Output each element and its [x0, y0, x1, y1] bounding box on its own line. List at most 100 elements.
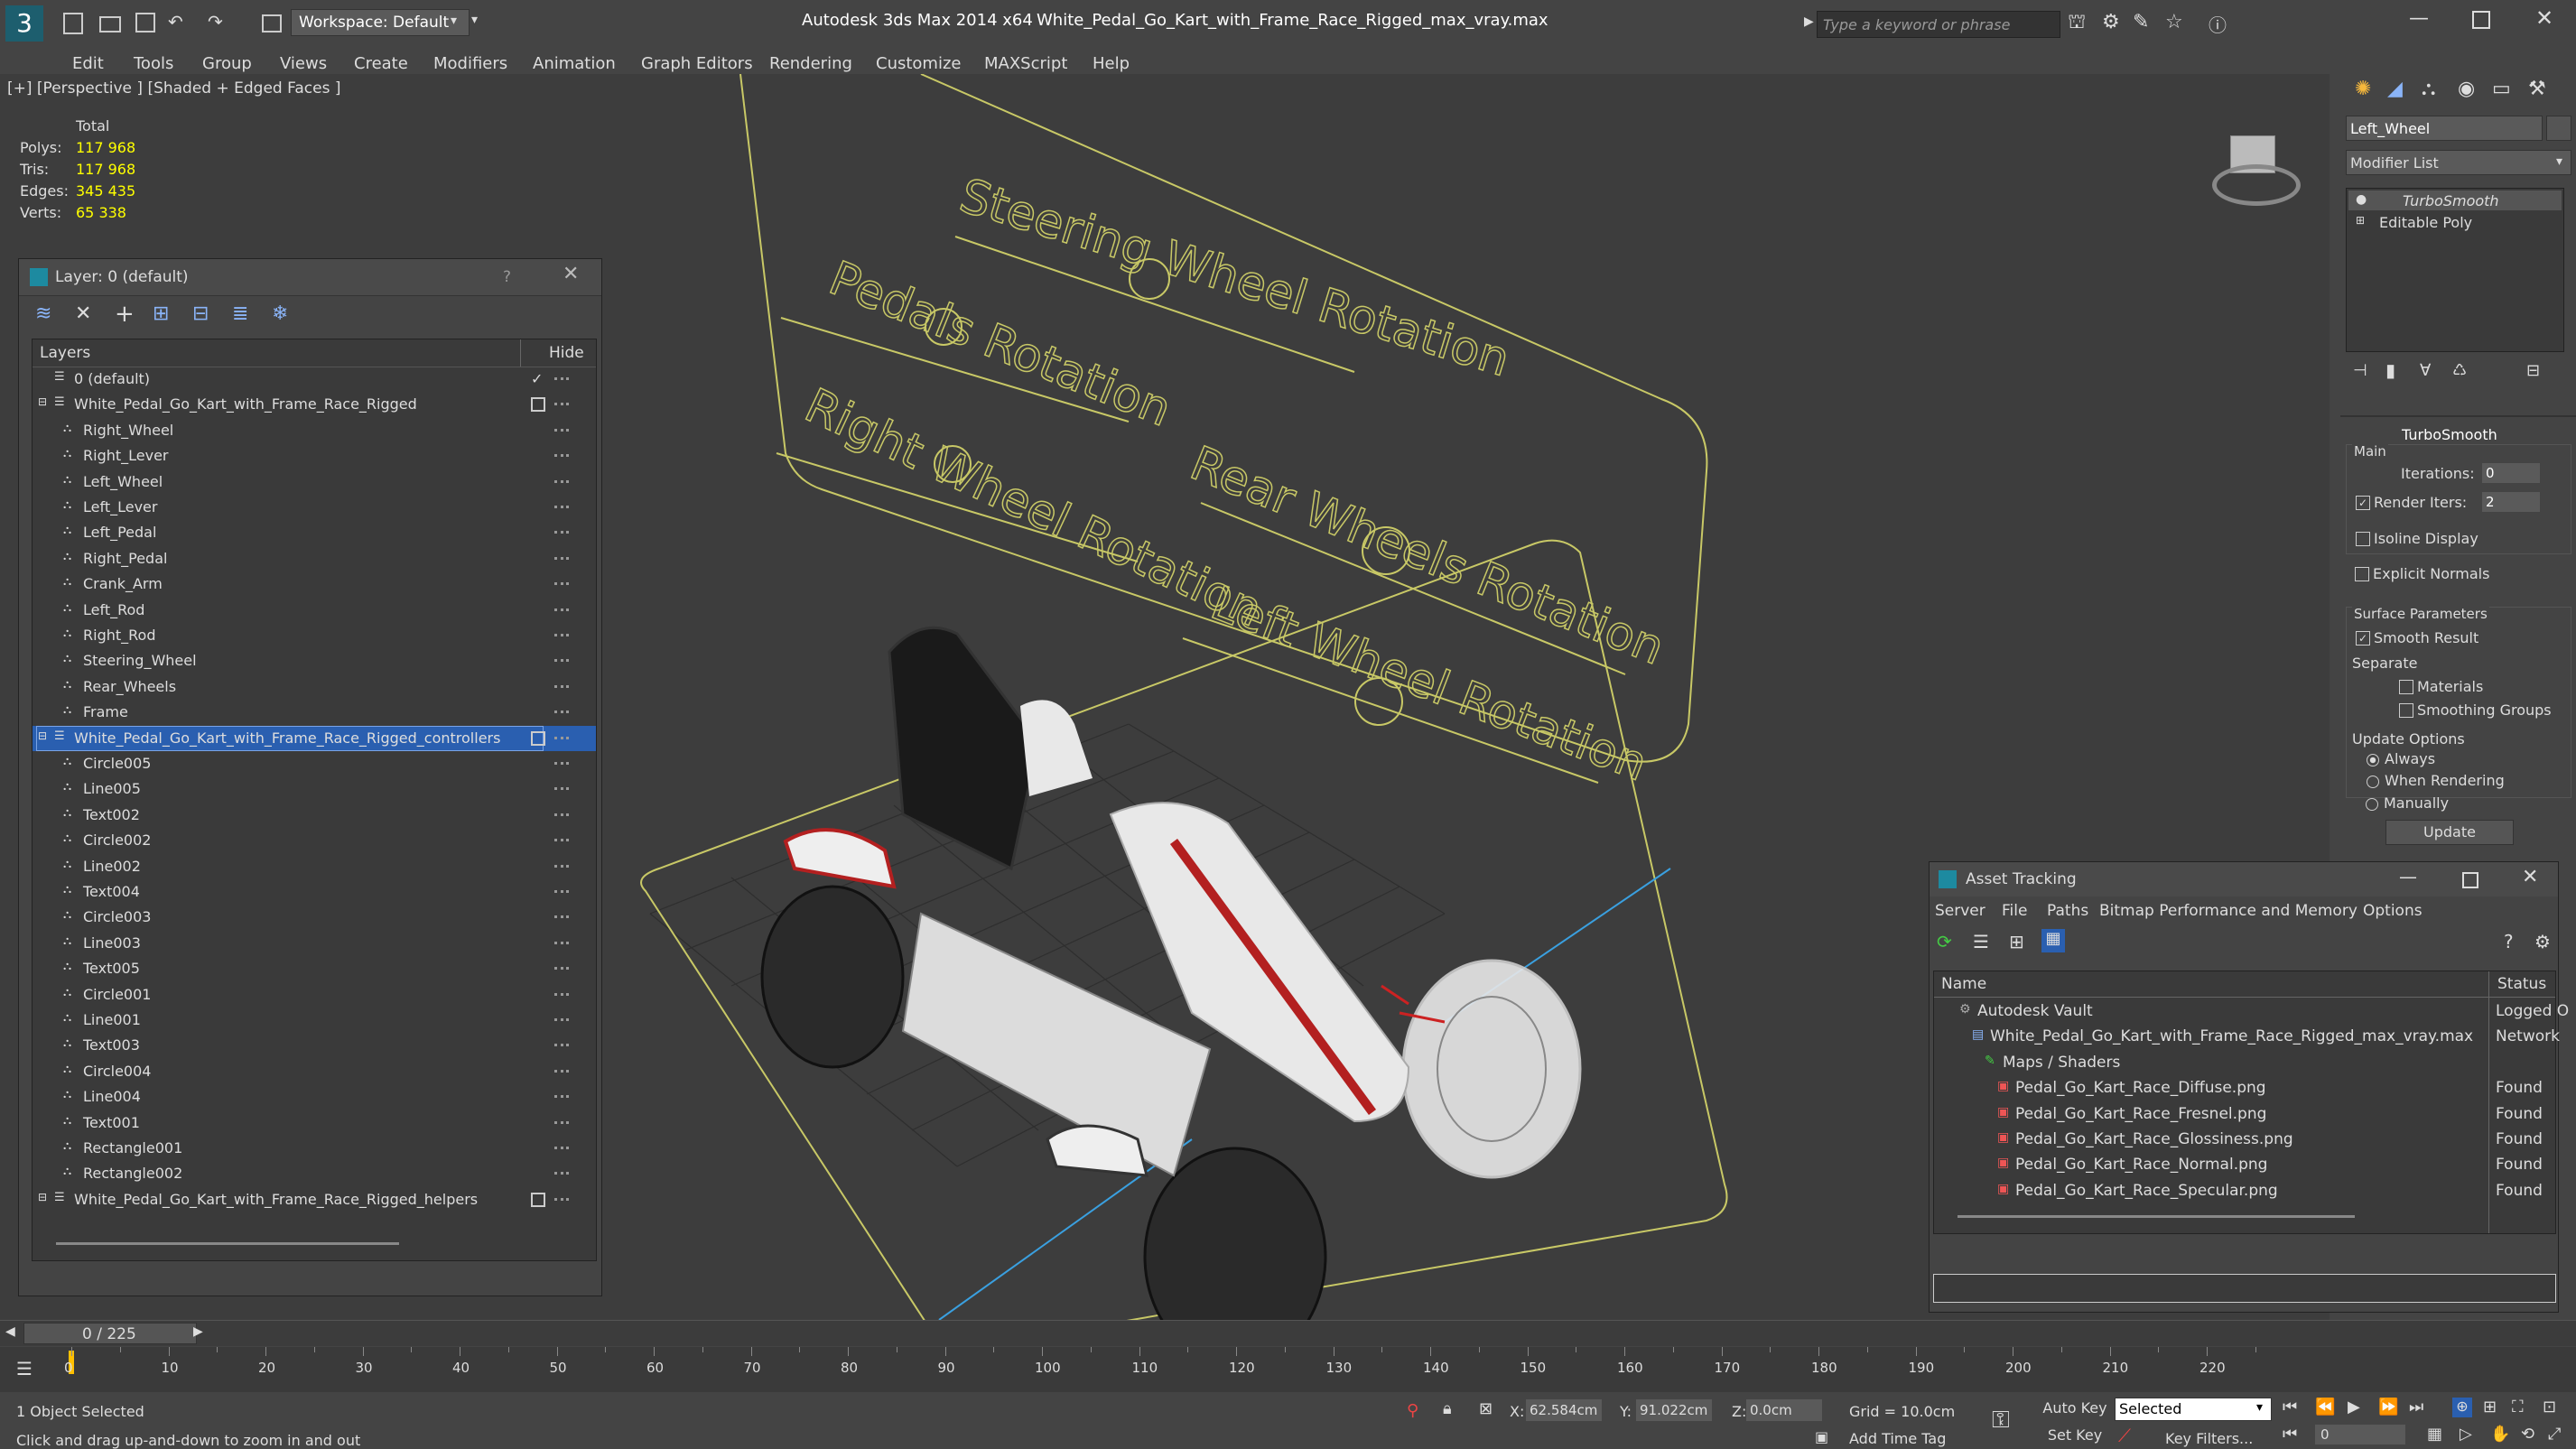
pin-stack-icon[interactable]: ⊣ [2353, 361, 2367, 380]
show-end-result-icon[interactable]: ▮ [2385, 359, 2395, 381]
layer-object-row[interactable]: ⛬ Circle005 [33, 751, 596, 776]
layer-object-row[interactable]: ⛬ Left_Rod [33, 598, 596, 623]
menu-create[interactable]: Create [354, 54, 408, 73]
highlight-layer-icon[interactable]: ⊟ [192, 302, 209, 325]
menu-bitmap-performance[interactable]: Bitmap Performance and Memory [2099, 902, 2357, 920]
binoculars-icon[interactable]: ⛫ [2068, 11, 2086, 36]
asset-row[interactable]: ▣ Pedal_Go_Kart_Race_Diffuse.png Found [1934, 1075, 2555, 1101]
tools-icon[interactable]: ⚙ [2102, 11, 2120, 33]
freeze-toggle[interactable] [554, 608, 569, 614]
smoothing-groups-checkbox[interactable] [2399, 703, 2413, 718]
layer-object-row[interactable]: ⛬ Left_Pedal [33, 520, 596, 545]
motion-tab-icon[interactable]: ◉ [2458, 78, 2475, 100]
menu-paths[interactable]: Paths [2047, 902, 2088, 920]
freeze-toggle[interactable] [554, 454, 569, 460]
y-coordinate-field[interactable]: 91.022cm [1636, 1399, 1712, 1421]
minimize-icon[interactable]: — [2399, 866, 2417, 887]
refresh-icon[interactable]: ⟳ [1937, 931, 1952, 952]
zoom-icon[interactable]: ⊕ [2452, 1398, 2472, 1417]
time-config-icon[interactable]: ▦ [2427, 1425, 2442, 1444]
delete-layer-icon[interactable]: ✕ [75, 302, 91, 325]
freeze-toggle[interactable] [554, 762, 569, 767]
tree-view-icon[interactable]: ⊞ [2009, 931, 2024, 952]
layer-object-row[interactable]: ⛬ Rectangle002 [33, 1161, 596, 1186]
utilities-tab-icon[interactable]: ⚒ [2528, 78, 2546, 100]
freeze-toggle[interactable] [554, 1095, 569, 1101]
selection-set-dropdown[interactable]: Selected ▾ [2115, 1398, 2272, 1421]
asset-row[interactable]: ▣ Pedal_Go_Kart_Race_Fresnel.png Found [1934, 1101, 2555, 1127]
viewport-label[interactable]: [+] [Perspective ] [Shaded + Edged Faces… [7, 79, 340, 98]
freeze-toggle[interactable] [554, 403, 569, 408]
menu-edit[interactable]: Edit [72, 54, 104, 73]
menu-animation[interactable]: Animation [533, 54, 616, 73]
project-folder-icon[interactable] [262, 14, 282, 33]
redo-icon[interactable]: ↷ [208, 11, 223, 33]
frame-field[interactable]: 0 [2315, 1425, 2405, 1444]
search-input[interactable]: Type a keyword or phrase [1817, 11, 2060, 38]
configure-sets-icon[interactable]: ⊟ [2526, 361, 2540, 380]
go-to-start-icon[interactable]: ⏮ [2283, 1398, 2297, 1416]
field-of-view-icon[interactable]: ▷ [2460, 1425, 2472, 1444]
freeze-toggle[interactable] [554, 634, 569, 639]
z-coordinate-field[interactable]: 0.0cm [1746, 1399, 1822, 1421]
expand-icon[interactable]: ⊞ [2356, 214, 2365, 227]
asset-row[interactable]: ▣ Pedal_Go_Kart_Race_Specular.png Found [1934, 1178, 2555, 1203]
make-unique-icon[interactable]: ∀ [2420, 361, 2431, 380]
time-slider[interactable]: ◀ 0 / 225 ▶ [0, 1320, 2576, 1346]
layer-row[interactable]: ⊟ ☰ White_Pedal_Go_Kart_with_Frame_Race_Ri… [33, 725, 596, 751]
layer-object-row[interactable]: ⛬ Line002 [33, 854, 596, 879]
undo-icon[interactable]: ↶ [168, 11, 183, 33]
asset-table[interactable]: Name Status ⚙ Autodesk Vault Logged O ▤ Whit… [1933, 971, 2569, 1234]
key-mode-icon[interactable]: ⏮ [2283, 1425, 2297, 1444]
freeze-toggle[interactable] [554, 864, 569, 870]
collapse-icon[interactable]: ⊟ [38, 729, 47, 742]
freeze-toggle[interactable] [554, 839, 569, 844]
modifier-stack[interactable]: ● TurboSmooth ⊞ Editable Poly [2346, 188, 2564, 352]
previous-frame-icon[interactable]: ⏪ [2315, 1398, 2335, 1416]
layer-row[interactable]: ⊟ ☰ White_Pedal_Go_Kart_with_Frame_Race_Ri… [33, 392, 596, 417]
freeze-toggle[interactable] [554, 890, 569, 896]
name-column-header[interactable]: Name [1941, 975, 1986, 993]
freeze-toggle[interactable] [554, 813, 569, 819]
modifier-list-dropdown[interactable]: Modifier List ▾ [2346, 150, 2571, 175]
layer-object-row[interactable]: ⛬ Right_Lever [33, 443, 596, 469]
pin-icon[interactable]: ⚲ [1407, 1401, 1418, 1420]
freeze-toggle[interactable] [554, 659, 569, 664]
menu-file[interactable]: File [2002, 902, 2027, 920]
track-bar[interactable]: ☰ 0 10 20 30 40 50 60 70 80 90 100 110 120 130 140 150 1… [0, 1347, 2576, 1392]
object-name-field[interactable]: Left_Wheel [2346, 116, 2543, 141]
viewcube[interactable] [2207, 126, 2301, 208]
layer-panel-titlebar[interactable]: Layer: 0 (default) ? ✕ [19, 259, 601, 296]
menu-maxscript[interactable]: MAXScript [984, 54, 1067, 73]
freeze-toggle[interactable] [554, 582, 569, 588]
hide-toggle[interactable] [531, 1192, 545, 1207]
menu-help[interactable]: Help [1093, 54, 1130, 73]
next-frame-icon[interactable]: ⏩ [2378, 1398, 2398, 1416]
pan-icon[interactable]: ✋ [2490, 1425, 2510, 1444]
active-layer-check-icon[interactable]: ✓ [531, 370, 543, 387]
layer-object-row[interactable]: ⛬ Line001 [33, 1008, 596, 1033]
freeze-toggle[interactable] [554, 787, 569, 793]
update-button[interactable]: Update [2385, 820, 2514, 845]
freeze-toggle[interactable] [554, 377, 569, 383]
maximize-icon[interactable] [2472, 11, 2490, 29]
render-iters-spinner[interactable]: 2 [2482, 492, 2540, 512]
asset-row[interactable]: ▤ White_Pedal_Go_Kart_with_Frame_Race_Rig… [1934, 1024, 2560, 1049]
workspace-dropdown[interactable]: Workspace: Default ▾ [291, 9, 470, 36]
menu-graph-editors[interactable]: Graph Editors [641, 54, 753, 73]
manually-radio[interactable] [2366, 798, 2378, 811]
minimize-icon[interactable]: — [2409, 7, 2429, 30]
play-arrow-icon[interactable]: ▶ [1804, 14, 1814, 29]
help-button[interactable]: ? [503, 268, 511, 286]
time-tag-icon[interactable]: ▣ [1815, 1428, 1828, 1445]
stack-item-editable-poly[interactable]: ⊞ Editable Poly [2348, 212, 2562, 232]
orbit-icon[interactable]: ⟲ [2521, 1425, 2534, 1444]
freeze-all-icon[interactable]: ❄ [272, 302, 288, 325]
asset-tracking-titlebar[interactable]: Asset Tracking — ✕ [1930, 862, 2558, 896]
layer-object-row[interactable]: ⛬ Left_Lever [33, 495, 596, 520]
menu-server[interactable]: Server [1935, 902, 1985, 920]
app-logo-icon[interactable]: 3 [5, 5, 43, 42]
when-rendering-radio[interactable] [2367, 776, 2379, 788]
layer-object-row[interactable]: ⛬ Text004 [33, 879, 596, 905]
freeze-toggle[interactable] [554, 531, 569, 536]
